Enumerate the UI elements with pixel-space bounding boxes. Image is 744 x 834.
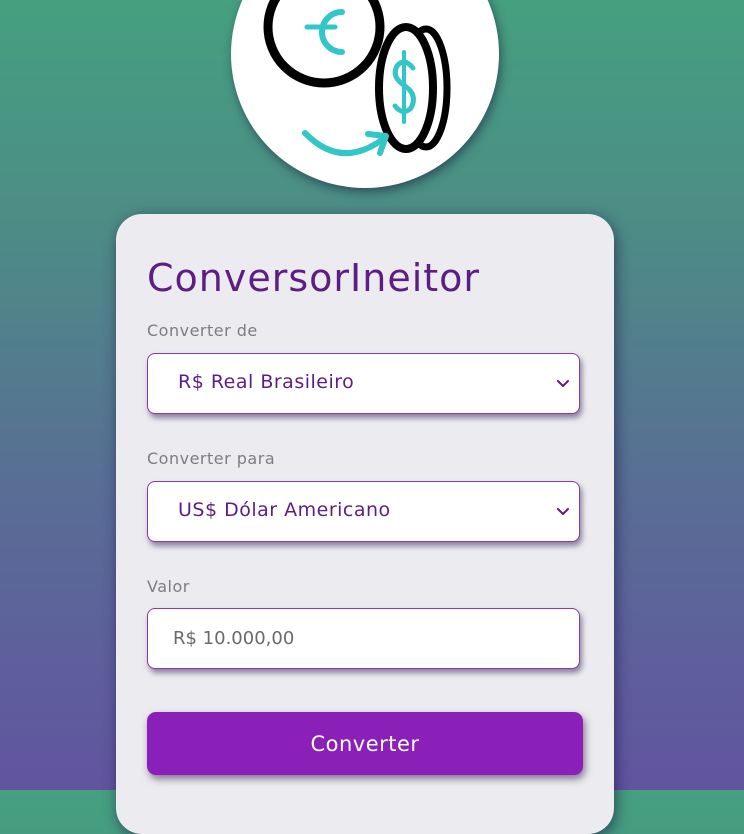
from-currency-value: R$ Real Brasileiro: [178, 371, 355, 393]
amount-field: [147, 608, 580, 669]
from-currency-label: Converter de: [147, 321, 258, 340]
from-currency-select[interactable]: R$ Real Brasileiro: [147, 353, 580, 414]
chevron-down-icon: [557, 380, 569, 387]
amount-label: Valor: [147, 577, 190, 596]
chevron-down-icon: [557, 508, 569, 515]
currency-exchange-icon: [263, 0, 451, 156]
convert-button[interactable]: Converter: [147, 712, 583, 775]
to-currency-value: US$ Dólar Americano: [178, 499, 391, 521]
logo-circle: [231, 0, 499, 188]
app-title: ConversorIneitor: [147, 256, 481, 300]
to-currency-select[interactable]: US$ Dólar Americano: [147, 481, 580, 542]
to-currency-label: Converter para: [147, 449, 276, 468]
converter-card: ConversorIneitor Converter de R$ Real Br…: [116, 214, 614, 834]
amount-input[interactable]: [148, 609, 579, 668]
euro-sign-icon: [319, 9, 345, 55]
